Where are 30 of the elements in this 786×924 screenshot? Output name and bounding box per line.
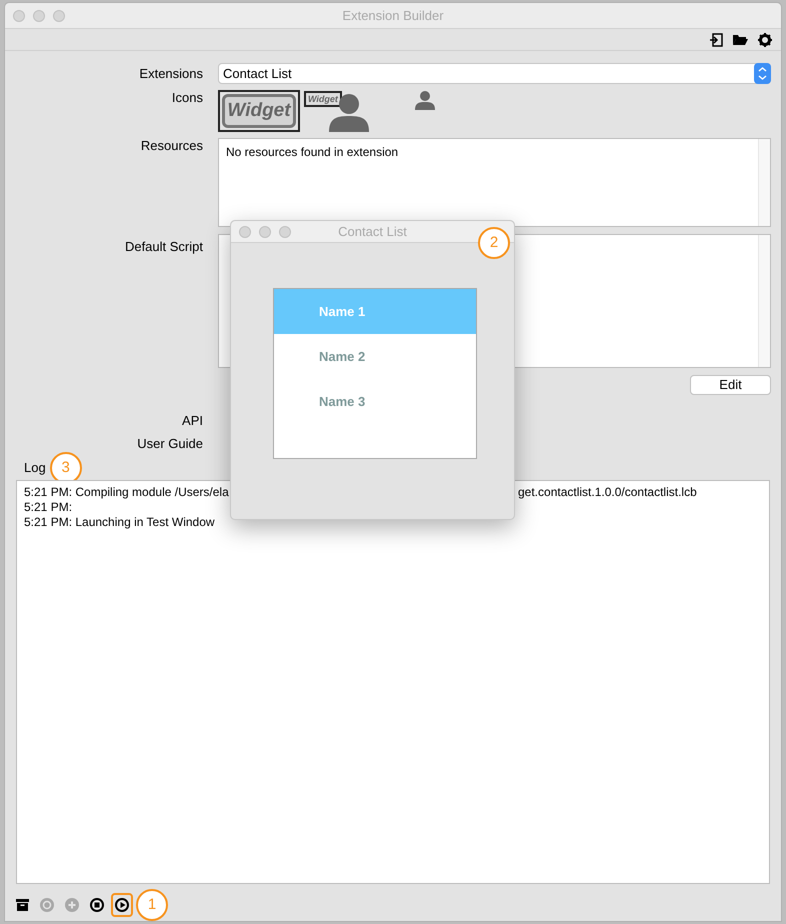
window-title: Extension Builder bbox=[342, 6, 444, 25]
field-label: Default Script bbox=[124, 238, 203, 256]
callout-marker: 1 bbox=[136, 889, 168, 921]
export-icon[interactable] bbox=[709, 32, 723, 46]
settings-icon[interactable] bbox=[758, 32, 772, 46]
log-line: 5:21 PM: bbox=[24, 500, 74, 515]
stop-icon[interactable] bbox=[90, 898, 104, 912]
folder-icon[interactable] bbox=[733, 34, 748, 46]
play-icon[interactable] bbox=[115, 898, 129, 912]
field-label: User Guide bbox=[136, 435, 203, 453]
log-line: get.contactlist.1.0.0/contactlist.lcb bbox=[518, 485, 697, 500]
icon-option[interactable]: Widget bbox=[304, 90, 374, 132]
icon-option[interactable] bbox=[413, 88, 437, 112]
field-label: API bbox=[181, 412, 203, 430]
stepper-icon bbox=[754, 63, 771, 84]
toolbar-button[interactable] bbox=[111, 893, 133, 917]
archive-box-icon[interactable] bbox=[16, 899, 29, 911]
field-label: Extensions bbox=[138, 65, 203, 83]
extensions-select[interactable]: Contact List bbox=[218, 63, 771, 84]
popup-title: Contact List bbox=[338, 222, 407, 241]
log-label: Log bbox=[24, 459, 46, 478]
log-line: 5:21 PM: Launching in Test Window bbox=[24, 515, 216, 530]
person-icon bbox=[415, 90, 435, 110]
icon-option[interactable]: Widget bbox=[218, 90, 300, 132]
edit-button[interactable]: Edit bbox=[690, 375, 771, 395]
log-line: 5:21 PM: Compiling module /Users/ela bbox=[24, 485, 230, 500]
field-label: Icons bbox=[170, 89, 203, 107]
resources-text: No resources found in extension bbox=[225, 144, 400, 161]
field-label: Resources bbox=[140, 137, 203, 155]
callout-marker: 2 bbox=[478, 227, 510, 259]
